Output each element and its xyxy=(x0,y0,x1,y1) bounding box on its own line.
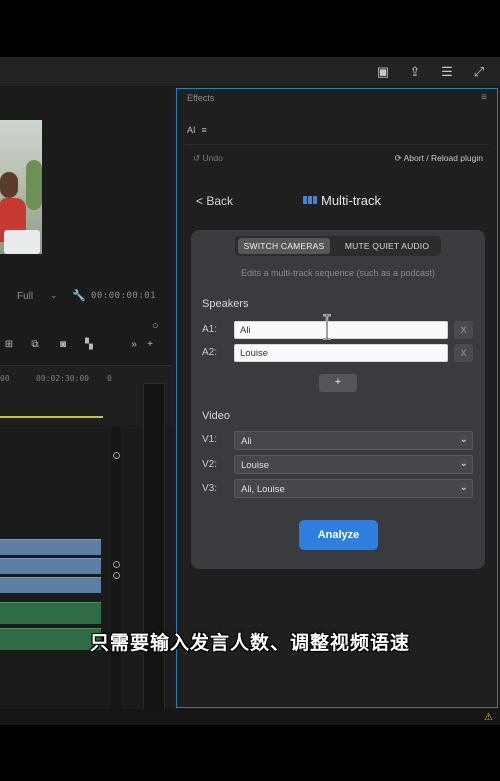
select-value: Louise xyxy=(241,460,269,471)
video-clip[interactable] xyxy=(0,539,101,555)
chevron-down-icon: ⌄ xyxy=(459,458,468,469)
status-bar xyxy=(0,709,500,725)
ai-plugin-panel: Effects ≡ AI ≡ ↺ Undo ⟳ Abort / Reload pl… xyxy=(176,88,498,708)
multitrack-card: SWITCH CAMERAS MUTE QUIET AUDIO Edits a … xyxy=(191,230,485,569)
wrench-icon[interactable]: 🔧 xyxy=(72,289,86,302)
speaker-track-label: A1: xyxy=(202,324,218,335)
ruler-tick: 00:02:30:00 xyxy=(36,374,89,383)
settings-icon[interactable]: ○ xyxy=(152,320,159,332)
timecode: 00:00:00:01 xyxy=(91,291,157,301)
person-head-shape xyxy=(0,172,18,198)
scroll-handle[interactable] xyxy=(113,452,120,459)
camera-icon[interactable]: ◙ xyxy=(56,339,70,351)
transport-controls: ⊞ ⧉ ◙ ▚ » + xyxy=(0,334,173,356)
share-icon[interactable]: ⇪ xyxy=(408,65,422,79)
export-frame-icon[interactable]: ⊞ xyxy=(2,339,16,351)
chair-shape xyxy=(4,230,40,254)
analyze-button[interactable]: Analyze xyxy=(299,520,378,550)
video-track-label: V1: xyxy=(202,434,218,445)
video-heading: Video xyxy=(202,410,230,422)
panel-title: Effects xyxy=(187,93,215,103)
switch-cameras-tab[interactable]: SWITCH CAMERAS xyxy=(238,238,330,254)
add-button-icon[interactable]: + xyxy=(143,339,157,351)
ruler-tick: 00 xyxy=(0,374,10,383)
undo-button[interactable]: ↺ Undo xyxy=(193,153,223,164)
layout-icon[interactable]: ▣ xyxy=(376,65,390,79)
ruler-tick: 0 xyxy=(107,374,112,383)
expand-icon[interactable]: ⤢ xyxy=(472,65,486,79)
abort-reload-button[interactable]: ⟳ Abort / Reload plugin xyxy=(395,153,483,164)
page-title-text: Multi-track xyxy=(321,193,381,208)
divider xyxy=(185,144,489,145)
audio-clip[interactable] xyxy=(0,602,101,624)
sliders-icon[interactable]: ☰ xyxy=(440,65,454,79)
select-value: Ali, Louise xyxy=(241,484,285,495)
back-button[interactable]: < Back xyxy=(196,194,233,208)
zoom-select[interactable]: Full xyxy=(17,291,33,302)
video-subtitle: 只需要输入发言人数、调整视频语速 xyxy=(89,632,410,654)
compare-icon[interactable]: ⧉ xyxy=(28,339,42,351)
tab-menu-icon[interactable]: ≡ xyxy=(202,125,207,135)
speaker-input-a1[interactable] xyxy=(234,321,448,339)
video-clip[interactable] xyxy=(0,577,101,593)
more-icon[interactable]: » xyxy=(127,339,141,351)
video-track-label: V2: xyxy=(202,459,218,470)
work-area-bar[interactable] xyxy=(0,416,103,418)
remove-speaker-button[interactable]: X xyxy=(454,321,473,339)
multitrack-icon xyxy=(303,196,317,204)
workspace-toolbar: ▣ ⇪ ☰ ⤢ xyxy=(0,57,500,87)
scroll-handle[interactable] xyxy=(113,572,120,579)
video-clip[interactable] xyxy=(0,558,101,574)
chevron-down-icon: ⌄ xyxy=(459,434,468,445)
tab-ai-label: AI xyxy=(187,125,196,135)
mute-quiet-audio-tab[interactable]: MUTE QUIET AUDIO xyxy=(335,238,439,254)
tab-ai[interactable]: AI ≡ xyxy=(187,125,207,135)
premiere-window: ▣ ⇪ ☰ ⤢ Full ⌄ 🔧 00:00:00:01 ○ ⊞ ⧉ ◙ ▚ »… xyxy=(0,57,500,725)
speakers-heading: Speakers xyxy=(202,298,249,310)
panel-menu-icon[interactable]: ≡ xyxy=(481,92,487,103)
video-track-select-v2[interactable]: Louise ⌄ xyxy=(234,455,473,474)
page-title: Multi-track xyxy=(303,193,381,208)
add-speaker-button[interactable]: + xyxy=(319,374,357,392)
remove-speaker-button[interactable]: X xyxy=(454,344,473,362)
mode-toggle: SWITCH CAMERAS MUTE QUIET AUDIO xyxy=(235,236,441,256)
multicam-icon[interactable]: ▚ xyxy=(82,339,96,351)
speaker-track-label: A2: xyxy=(202,347,218,358)
video-track-select-v1[interactable]: Ali ⌄ xyxy=(234,431,473,450)
plant-shape xyxy=(26,160,42,210)
scroll-handle[interactable] xyxy=(113,561,120,568)
card-description: Edits a multi-track sequence (such as a … xyxy=(240,268,436,278)
video-track-select-v3[interactable]: Ali, Louise ⌄ xyxy=(234,479,473,498)
text-cursor-icon xyxy=(323,314,331,340)
monitor-controls: Full ⌄ 🔧 00:00:00:01 xyxy=(0,286,173,306)
video-preview xyxy=(0,120,42,254)
warning-icon[interactable]: ⚠ xyxy=(484,712,493,723)
video-track-label: V3: xyxy=(202,483,218,494)
audio-meter xyxy=(143,383,165,713)
chevron-down-icon[interactable]: ⌄ xyxy=(50,290,58,301)
speaker-input-a2[interactable] xyxy=(234,344,448,362)
chevron-down-icon: ⌄ xyxy=(459,482,468,493)
select-value: Ali xyxy=(241,436,252,447)
